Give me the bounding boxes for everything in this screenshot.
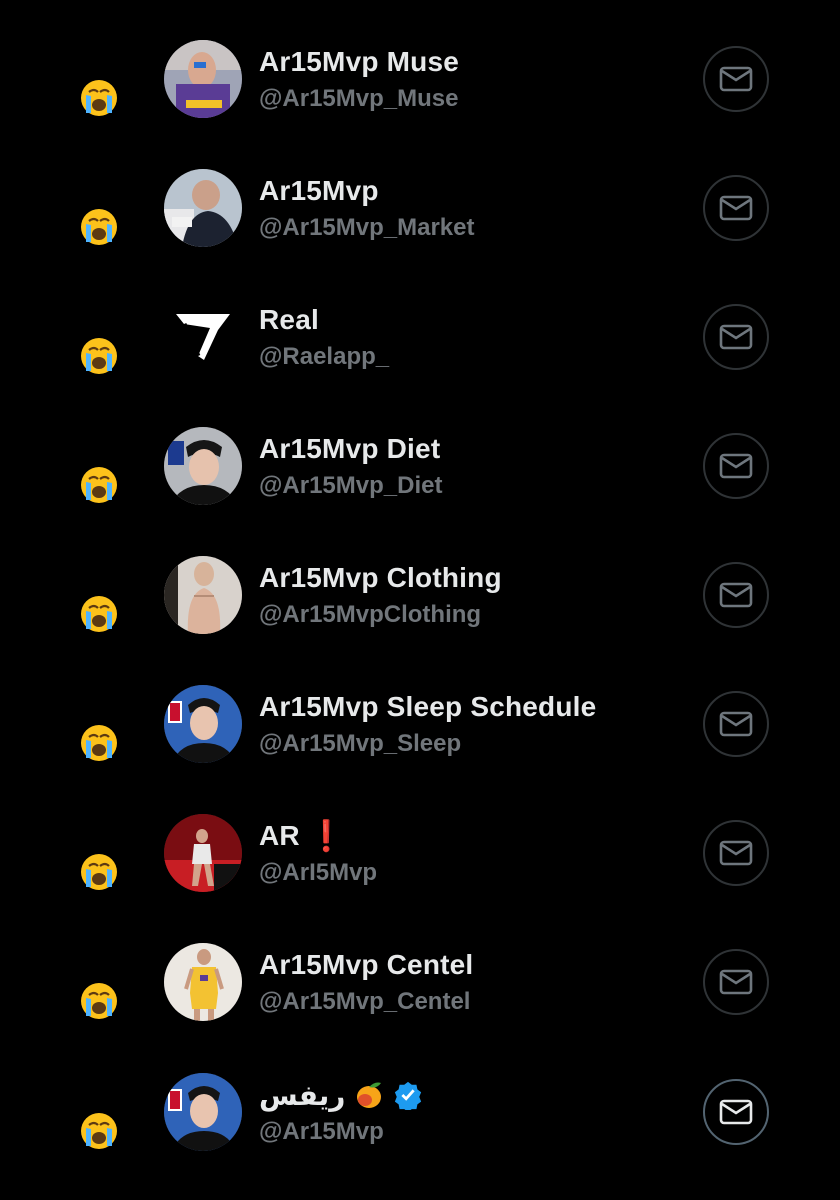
message-button[interactable] — [703, 304, 769, 370]
list-item[interactable]: ريفس @Ar15Mvp — [0, 1073, 840, 1183]
username: @Ar15Mvp_Sleep — [259, 730, 462, 757]
account-list: Ar15Mvp Muse @Ar15Mvp_Muse Ar15Mvp @Ar15… — [0, 0, 840, 1200]
display-name: Ar15Mvp Muse — [259, 46, 460, 77]
loudly-crying-face-icon — [81, 983, 117, 1019]
loudly-crying-face-icon — [81, 596, 117, 632]
envelope-icon — [719, 453, 753, 479]
avatar[interactable] — [164, 40, 242, 118]
display-name: Ar15Mvp Diet — [259, 433, 441, 464]
username: @Ar15MvpClothing — [259, 601, 482, 628]
envelope-icon — [719, 1099, 753, 1125]
list-item[interactable]: AR ❗ @ArI5Mvp — [0, 814, 840, 924]
avatar[interactable] — [164, 427, 242, 505]
display-name: Ar15Mvp Clothing — [259, 562, 502, 593]
message-button[interactable] — [703, 175, 769, 241]
loudly-crying-face-icon — [81, 854, 117, 890]
username: @Ar15Mvp_Centel — [259, 988, 471, 1015]
envelope-icon — [719, 969, 753, 995]
message-button[interactable] — [703, 433, 769, 499]
envelope-icon — [719, 582, 753, 608]
display-name: AR — [259, 820, 300, 851]
avatar[interactable] — [164, 685, 242, 763]
list-item[interactable]: Ar15Mvp Sleep Schedule @Ar15Mvp_Sleep — [0, 685, 840, 795]
display-name: ريفس — [259, 1079, 346, 1111]
message-button[interactable] — [703, 562, 769, 628]
message-button[interactable] — [703, 949, 769, 1015]
exclamation-mark-icon: ❗ — [307, 819, 346, 853]
envelope-icon — [719, 66, 753, 92]
avatar[interactable] — [164, 814, 242, 892]
display-name: Ar15Mvp Sleep Schedule — [259, 691, 597, 722]
username: @Ar15Mvp_Diet — [259, 472, 443, 499]
loudly-crying-face-icon — [81, 1113, 117, 1149]
list-item[interactable]: Real @Raelapp_ — [0, 298, 840, 408]
username: @Ar15Mvp — [259, 1118, 384, 1145]
message-button[interactable] — [703, 820, 769, 886]
list-item[interactable]: Ar15Mvp Clothing @Ar15MvpClothing — [0, 556, 840, 666]
mango-icon — [357, 1082, 382, 1108]
message-button[interactable] — [703, 1079, 769, 1145]
loudly-crying-face-icon — [81, 80, 117, 116]
envelope-icon — [719, 711, 753, 737]
loudly-crying-face-icon — [81, 467, 117, 503]
display-name: Real — [259, 304, 319, 335]
avatar[interactable] — [164, 556, 242, 634]
display-name: Ar15Mvp Centel — [259, 949, 474, 980]
loudly-crying-face-icon — [81, 725, 117, 761]
message-button[interactable] — [703, 691, 769, 757]
list-item[interactable]: Ar15Mvp Diet @Ar15Mvp_Diet — [0, 427, 840, 537]
username: @Raelapp_ — [259, 343, 390, 370]
verified-badge-icon — [395, 1081, 422, 1110]
avatar[interactable] — [164, 943, 242, 1021]
username: @Ar15Mvp_Muse — [259, 85, 459, 112]
username: @ArI5Mvp — [259, 859, 378, 886]
avatar[interactable] — [164, 169, 242, 247]
envelope-icon — [719, 324, 753, 350]
avatar[interactable] — [164, 298, 242, 376]
list-item[interactable]: Ar15Mvp Muse @Ar15Mvp_Muse — [0, 40, 840, 150]
envelope-icon — [719, 840, 753, 866]
avatar[interactable] — [164, 1073, 242, 1151]
list-item[interactable]: Ar15Mvp Centel @Ar15Mvp_Centel — [0, 943, 840, 1053]
username: @Ar15Mvp_Market — [259, 214, 475, 241]
display-name: Ar15Mvp — [259, 175, 379, 206]
message-button[interactable] — [703, 46, 769, 112]
loudly-crying-face-icon — [81, 209, 117, 245]
envelope-icon — [719, 195, 753, 221]
loudly-crying-face-icon — [81, 338, 117, 374]
list-item[interactable]: Ar15Mvp @Ar15Mvp_Market — [0, 169, 840, 279]
